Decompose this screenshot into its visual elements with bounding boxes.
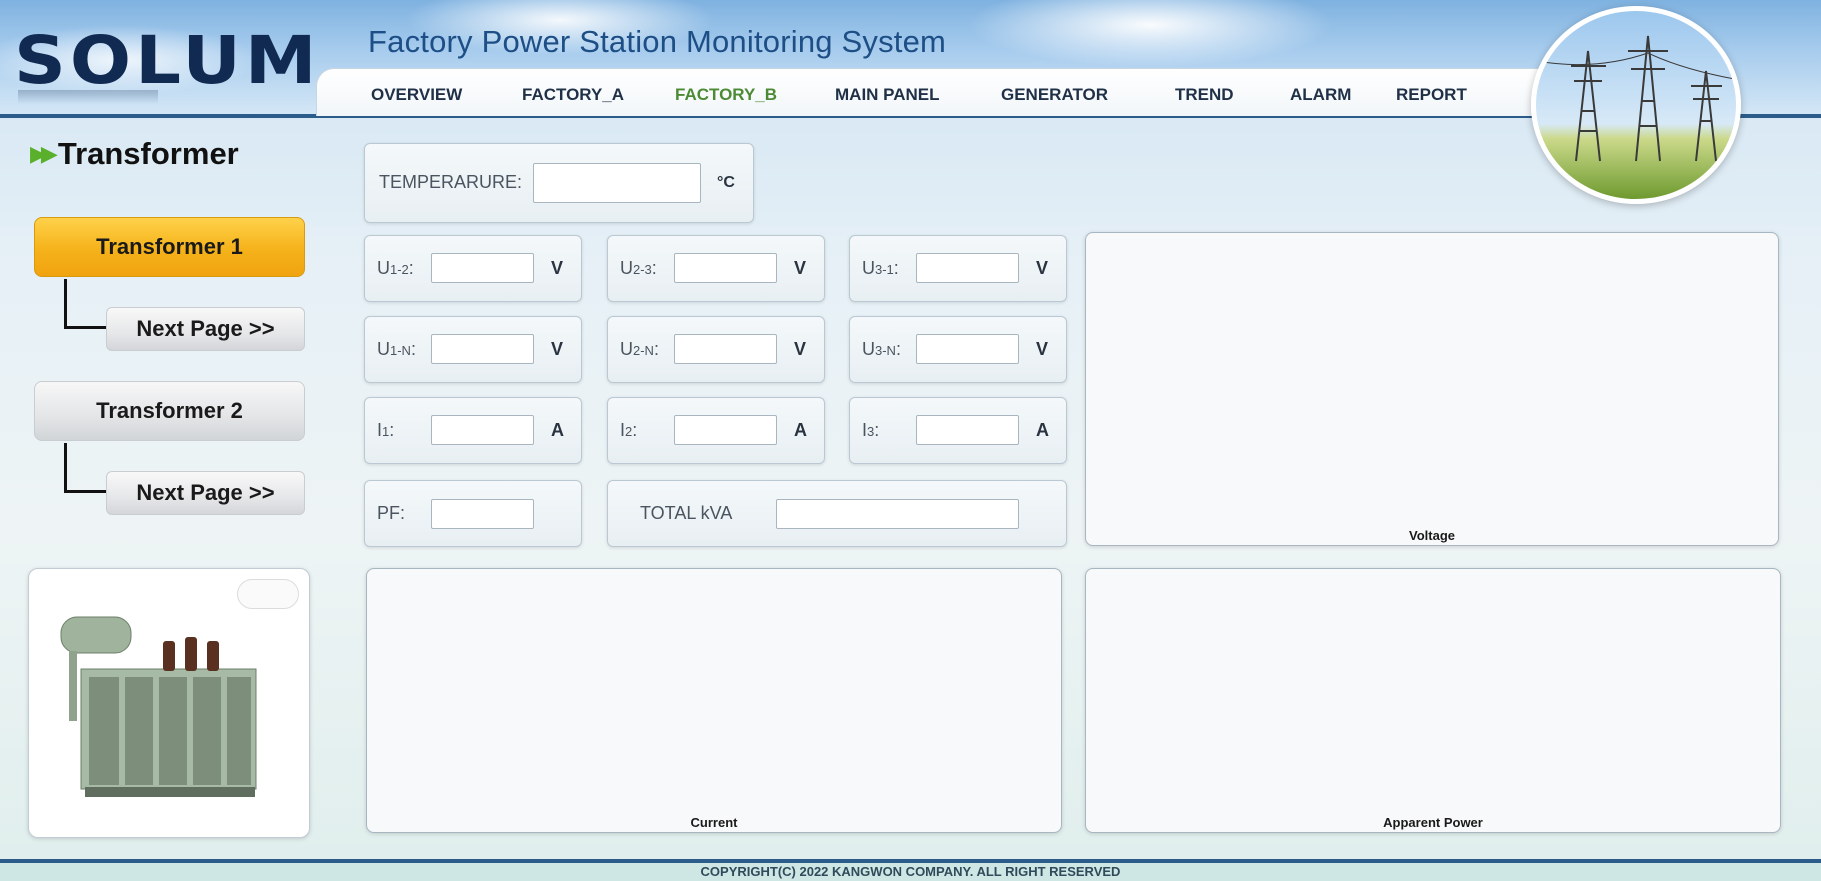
voltage-chart: Voltage bbox=[1085, 232, 1779, 546]
total-kva-field[interactable] bbox=[776, 499, 1019, 529]
pf-field[interactable] bbox=[431, 499, 534, 529]
u2n-card: U2-N: V bbox=[607, 316, 825, 383]
u3n-card: U3-N: V bbox=[849, 316, 1067, 383]
current-chart-label: Current bbox=[690, 815, 738, 830]
u23-card: U2-3: V bbox=[607, 235, 825, 302]
u2n-unit: V bbox=[794, 339, 807, 359]
nav-item-alarm[interactable]: ALARM bbox=[1290, 85, 1351, 105]
u1n-field[interactable] bbox=[431, 334, 534, 364]
section-title: ▶▶ Transformer bbox=[30, 136, 239, 172]
nav-item-factory-a[interactable]: FACTORY_A bbox=[522, 85, 624, 105]
nav-item-report[interactable]: REPORT bbox=[1396, 85, 1467, 105]
total-kva-card: TOTAL kVA bbox=[607, 480, 1067, 547]
temperature-unit: °C bbox=[717, 174, 735, 191]
i2-unit: A bbox=[794, 420, 807, 440]
u2n-label: U2-N: bbox=[620, 339, 659, 359]
transformer-1-next-page-button[interactable]: Next Page >> bbox=[106, 307, 305, 351]
i1-field[interactable] bbox=[431, 415, 534, 445]
total-kva-label: TOTAL kVA bbox=[640, 503, 733, 523]
u1n-card: U1-N: V bbox=[364, 316, 582, 383]
image-toggle[interactable] bbox=[237, 579, 299, 609]
u31-unit: V bbox=[1036, 258, 1049, 278]
i3-unit: A bbox=[1036, 420, 1049, 440]
double-arrow-icon: ▶▶ bbox=[30, 141, 58, 166]
u23-label: U2-3: bbox=[620, 258, 657, 278]
u3n-field[interactable] bbox=[916, 334, 1019, 364]
u12-card: U1-2: V bbox=[364, 235, 582, 302]
i2-card: I2: A bbox=[607, 397, 825, 464]
current-chart: Current bbox=[366, 568, 1062, 833]
transformer-2-next-page-button[interactable]: Next Page >> bbox=[106, 471, 305, 515]
nav-item-factory-b[interactable]: FACTORY_B bbox=[675, 85, 777, 105]
u31-field[interactable] bbox=[916, 253, 1019, 283]
temperature-field[interactable] bbox=[533, 163, 701, 203]
apparent-power-chart: Apparent Power bbox=[1085, 568, 1781, 833]
u23-unit: V bbox=[794, 258, 807, 278]
app-title: Factory Power Station Monitoring System bbox=[368, 24, 947, 59]
logo-reflection bbox=[18, 90, 158, 104]
i1-label: I1: bbox=[377, 420, 395, 440]
company-logo: SOLUM bbox=[14, 21, 321, 99]
tree-connector bbox=[64, 279, 109, 329]
transformer-image-card bbox=[28, 568, 310, 838]
u2n-field[interactable] bbox=[674, 334, 777, 364]
voltage-chart-label: Voltage bbox=[1409, 528, 1455, 543]
i1-unit: A bbox=[551, 420, 564, 440]
u1n-unit: V bbox=[551, 339, 564, 359]
power-tower-image bbox=[1531, 6, 1741, 204]
u12-field[interactable] bbox=[431, 253, 534, 283]
u3n-unit: V bbox=[1036, 339, 1049, 359]
i3-field[interactable] bbox=[916, 415, 1019, 445]
u1n-label: U1-N: bbox=[377, 339, 416, 359]
tree-connector bbox=[64, 443, 109, 493]
u31-card: U3-1: V bbox=[849, 235, 1067, 302]
apparent-power-chart-label: Apparent Power bbox=[1383, 815, 1483, 830]
transformer-icon bbox=[60, 616, 257, 797]
footer-copyright: COPYRIGHT(C) 2022 KANGWON COMPANY. ALL R… bbox=[0, 863, 1821, 881]
i1-card: I1: A bbox=[364, 397, 582, 464]
pf-card: PF: bbox=[364, 480, 582, 547]
nav-item-main-panel[interactable]: MAIN PANEL bbox=[835, 85, 940, 105]
u12-unit: V bbox=[551, 258, 564, 278]
section-title-text: Transformer bbox=[57, 136, 239, 171]
i2-label: I2: bbox=[620, 420, 638, 440]
temperature-label: TEMPERARURE: bbox=[379, 172, 523, 192]
main-nav: OVERVIEW FACTORY_A FACTORY_B MAIN PANEL … bbox=[316, 68, 1546, 116]
u12-label: U1-2: bbox=[377, 258, 414, 278]
pf-label: PF: bbox=[377, 503, 406, 523]
temperature-card: TEMPERARURE: °C bbox=[364, 143, 754, 223]
u23-field[interactable] bbox=[674, 253, 777, 283]
nav-item-overview[interactable]: OVERVIEW bbox=[371, 85, 462, 105]
i3-card: I3: A bbox=[849, 397, 1067, 464]
i2-field[interactable] bbox=[674, 415, 777, 445]
u31-label: U3-1: bbox=[862, 258, 899, 278]
u3n-label: U3-N: bbox=[862, 339, 901, 359]
transformer-1-button[interactable]: Transformer 1 bbox=[34, 217, 305, 277]
transformer-2-button[interactable]: Transformer 2 bbox=[34, 381, 305, 441]
nav-item-generator[interactable]: GENERATOR bbox=[1001, 85, 1108, 105]
nav-item-trend[interactable]: TREND bbox=[1175, 85, 1234, 105]
i3-label: I3: bbox=[862, 420, 880, 440]
